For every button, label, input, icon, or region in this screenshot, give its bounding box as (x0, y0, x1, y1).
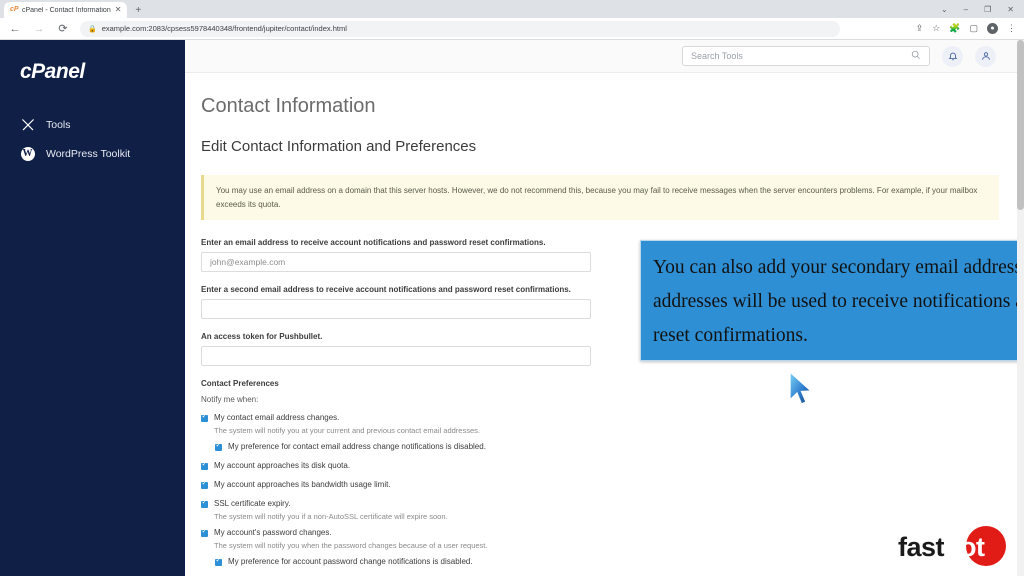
sidebar-item-tools[interactable]: Tools (0, 110, 185, 139)
cpanel-logo: cPanel (20, 60, 85, 83)
maximize-icon[interactable]: ❐ (984, 5, 991, 14)
page-title: Contact Information (201, 95, 376, 117)
checkbox-icon[interactable] (201, 499, 208, 509)
sub-preference-item[interactable]: My preference for contact email address … (215, 442, 1024, 452)
cpanel-favicon-icon: cP (10, 6, 19, 13)
section-title: Edit Contact Information and Preferences (201, 138, 477, 155)
preference-item[interactable]: SSL certificate expiry. (201, 499, 1024, 509)
fastdot-logo: fastdot (898, 524, 1008, 568)
preference-help: The system will notify you if a non-Auto… (214, 512, 448, 522)
minimize-icon[interactable]: – (964, 5, 968, 14)
notify-me-label: Notify me when: (201, 395, 259, 405)
checkbox-icon[interactable] (215, 442, 222, 452)
address-bar[interactable]: 🔒 example.com:2083/cpsess5978440348/fron… (80, 20, 840, 37)
checkbox-icon[interactable] (215, 557, 222, 567)
logo-text: fastdot (898, 532, 985, 563)
search-icon[interactable] (911, 50, 921, 62)
page-scrollbar[interactable] (1017, 40, 1024, 576)
bookmark-star-icon[interactable]: ☆ (932, 23, 940, 34)
wordpress-icon: W (20, 146, 35, 161)
back-icon[interactable]: ← (8, 23, 22, 35)
sub-preference-label: My preference for account password chang… (228, 557, 473, 567)
sidebar-item-wordpress-toolkit[interactable]: W WordPress Toolkit (0, 139, 185, 168)
browser-tabstrip: cP cPanel - Contact Information ✕ + ⌄ – … (0, 0, 1024, 18)
sidebar-item-label: Tools (46, 118, 71, 131)
browser-toolbar: ← → ⟳ 🔒 example.com:2083/cpsess597844034… (0, 18, 1024, 40)
checkbox-icon[interactable] (201, 413, 208, 423)
main-content: Contact Information Edit Contact Informa… (185, 40, 1024, 576)
warning-banner: You may use an email address on a domain… (201, 175, 999, 221)
scrollbar-thumb[interactable] (1017, 40, 1024, 210)
extensions-icon[interactable]: 🧩 (949, 23, 960, 34)
sub-preference-label: My preference for contact email address … (228, 442, 486, 452)
cpanel-app: cPanel Tools W WordPress Toolkit Search … (0, 40, 1024, 576)
close-window-icon[interactable]: ✕ (1007, 5, 1014, 14)
forward-icon[interactable]: → (32, 23, 46, 35)
contact-preferences-title: Contact Preferences (201, 379, 279, 389)
close-icon[interactable]: ✕ (115, 6, 122, 14)
preference-item[interactable]: My account approaches its bandwidth usag… (201, 480, 1024, 490)
account-button[interactable] (975, 45, 996, 67)
pushbullet-input[interactable] (201, 346, 591, 367)
notifications-button[interactable] (942, 45, 963, 67)
menu-icon[interactable]: ⋮ (1007, 23, 1016, 34)
new-tab-button[interactable]: + (135, 5, 141, 16)
preference-item[interactable]: My account approaches its disk quota. (201, 461, 1024, 471)
logo-text-fast: fast (898, 532, 945, 562)
browser-window: cP cPanel - Contact Information ✕ + ⌄ – … (0, 0, 1024, 576)
window-controls: ⌄ – ❐ ✕ (941, 0, 1024, 18)
address-bar-url: example.com:2083/cpsess5978440348/fronte… (101, 24, 347, 33)
sidebar-item-label: WordPress Toolkit (46, 147, 131, 160)
top-bar (185, 40, 1024, 73)
tab-title: cPanel - Contact Information (22, 6, 111, 14)
logo-text-dot: dot (944, 532, 985, 562)
mouse-cursor (788, 370, 814, 409)
checkbox-icon[interactable] (201, 461, 208, 471)
search-tools-box[interactable] (682, 46, 930, 66)
checkbox-icon[interactable] (201, 480, 208, 490)
tools-icon (20, 117, 35, 132)
checkbox-icon[interactable] (201, 528, 208, 538)
annotation-callout: You can also add your secondary email ad… (640, 240, 1024, 361)
second-email-input[interactable] (201, 299, 591, 320)
sidebar: cPanel Tools W WordPress Toolkit (0, 40, 185, 576)
preference-item[interactable]: My contact email address changes. (201, 413, 1024, 423)
preference-label: My account's password changes. (214, 528, 332, 538)
browser-tab[interactable]: cP cPanel - Contact Information ✕ (4, 2, 128, 18)
reload-icon[interactable]: ⟳ (56, 22, 70, 35)
preference-label: My account approaches its disk quota. (214, 461, 351, 471)
lock-icon: 🔒 (88, 25, 97, 33)
preference-help: The system will notify you at your curre… (214, 426, 480, 436)
preference-label: My contact email address changes. (214, 413, 340, 423)
primary-email-input[interactable] (201, 252, 591, 273)
sidepanel-icon[interactable]: ▢ (969, 23, 978, 34)
chevron-down-icon[interactable]: ⌄ (941, 5, 948, 14)
search-input[interactable] (691, 51, 911, 61)
profile-icon[interactable]: ● (987, 23, 998, 34)
preference-label: My account approaches its bandwidth usag… (214, 480, 391, 490)
preference-label: SSL certificate expiry. (214, 499, 291, 509)
share-icon[interactable]: ⇪ (916, 23, 924, 34)
browser-toolbar-icons: ⇪ ☆ 🧩 ▢ ● ⋮ (916, 23, 1016, 34)
